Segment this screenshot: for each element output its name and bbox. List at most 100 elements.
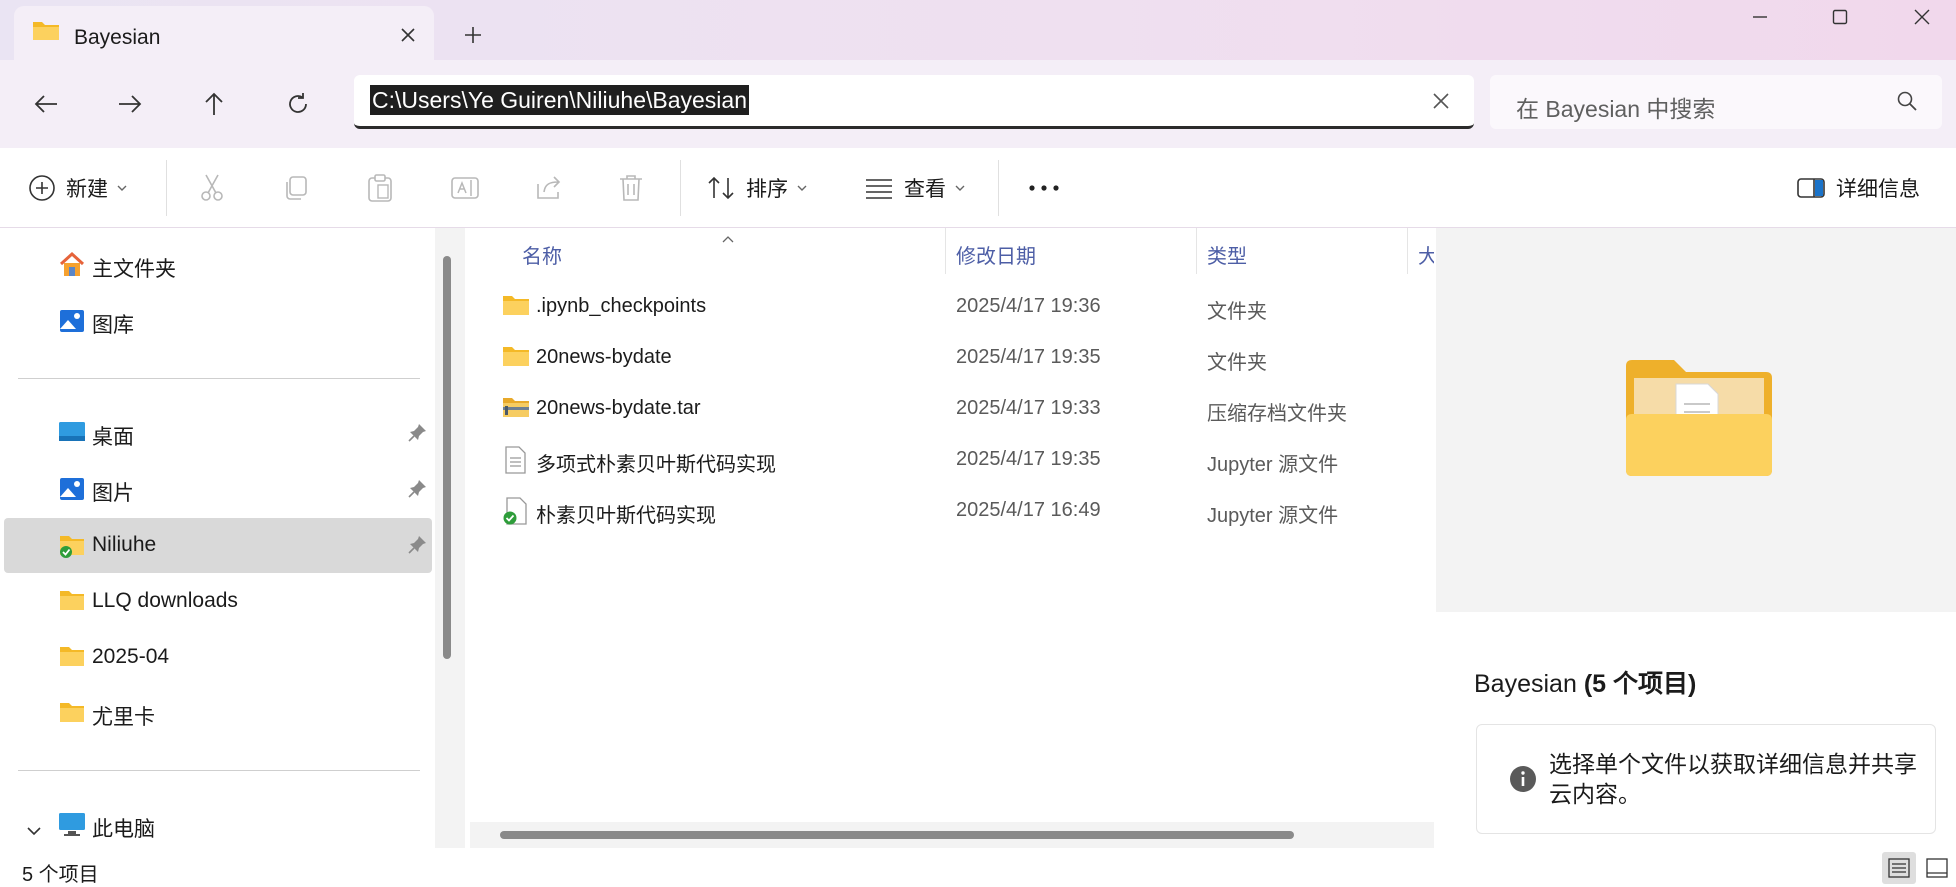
column-header-size[interactable]: 大	[1418, 240, 1434, 269]
sidebar-item-2025-04[interactable]: 2025-04	[4, 630, 432, 685]
view-button[interactable]: 查看	[864, 168, 966, 208]
maximize-button[interactable]	[1810, 0, 1870, 34]
more-icon	[1029, 185, 1059, 191]
sort-ascending-icon	[721, 230, 735, 248]
file-name: 20news-bydate.tar	[536, 397, 701, 419]
file-type: Jupyter 源文件	[1207, 454, 1339, 476]
file-row[interactable]: 20news-bydate.tar 2025/4/17 19:33 压缩存档文件…	[466, 383, 1434, 433]
copy-icon[interactable]	[282, 168, 310, 208]
address-path[interactable]: C:\Users\Ye Guiren\Niliuhe\Bayesian	[370, 85, 749, 115]
file-name: 多项式朴素贝叶斯代码实现	[536, 454, 776, 476]
file-row[interactable]: 20news-bydate 2025/4/17 19:35 文件夹	[466, 332, 1434, 382]
list-view-icon	[1888, 858, 1910, 878]
up-button[interactable]	[192, 82, 236, 126]
pin-icon[interactable]	[408, 534, 428, 560]
column-header-type[interactable]: 类型	[1207, 240, 1247, 269]
file-modified: 2025/4/17 19:33	[956, 397, 1101, 419]
sidebar-item-label: Niliuhe	[92, 533, 157, 556]
sidebar-item-label: 图片	[92, 482, 134, 505]
file-row[interactable]: .ipynb_checkpoints 2025/4/17 19:36 文件夹	[466, 281, 1434, 331]
rename-icon[interactable]	[450, 168, 480, 208]
search-icon[interactable]	[1896, 90, 1918, 117]
details-title: Bayesian (5 个项目)	[1474, 664, 1696, 700]
details-pane-button[interactable]: 详细信息	[1796, 168, 1920, 208]
sidebar-scrollbar[interactable]	[443, 256, 451, 659]
sidebar-item-desktop[interactable]: 桌面	[4, 406, 432, 461]
file-modified: 2025/4/17 16:49	[956, 499, 1101, 521]
pin-icon[interactable]	[408, 478, 428, 504]
folder-icon	[502, 293, 530, 322]
chevron-down-icon[interactable]	[26, 818, 42, 842]
close-tab-icon[interactable]	[394, 21, 422, 49]
sidebar-item-this-pc[interactable]: 此电脑	[4, 798, 432, 853]
tab-bayesian[interactable]: Bayesian	[14, 6, 434, 60]
sidebar-item-label: 主文件夹	[92, 258, 176, 281]
pictures-icon	[58, 475, 86, 509]
delete-icon[interactable]	[618, 168, 644, 208]
file-type: 文件夹	[1207, 301, 1267, 323]
details-folder-name: Bayesian	[1474, 670, 1577, 698]
address-bar[interactable]: C:\Users\Ye Guiren\Niliuhe\Bayesian	[354, 75, 1474, 129]
column-header-modified[interactable]: 修改日期	[956, 240, 1036, 269]
document-icon	[502, 446, 528, 479]
sidebar-item-gallery[interactable]: 图库	[4, 294, 432, 349]
details-item-count: (5 个项目)	[1583, 670, 1697, 698]
paste-icon[interactable]	[366, 168, 394, 208]
minimize-button[interactable]	[1730, 0, 1790, 34]
navigation-pane: 主文件夹 图库 桌面 图片 Niliuhe LLQ downloads 2025…	[0, 228, 445, 848]
cut-icon[interactable]	[198, 168, 226, 208]
view-label: 查看	[904, 178, 946, 201]
more-options-button[interactable]	[1028, 168, 1060, 208]
zip-folder-icon	[502, 395, 530, 424]
toolbar-divider	[680, 160, 681, 216]
file-row[interactable]: 多项式朴素贝叶斯代码实现 2025/4/17 19:35 Jupyter 源文件	[466, 434, 1434, 484]
folder-icon	[58, 699, 86, 731]
info-icon	[1509, 765, 1537, 798]
large-icons-view-button[interactable]	[1920, 852, 1954, 884]
sidebar-item-home[interactable]: 主文件夹	[4, 238, 432, 293]
toolbar-divider	[166, 160, 167, 216]
new-tab-button[interactable]	[458, 20, 488, 50]
refresh-button[interactable]	[276, 82, 320, 126]
new-button[interactable]: 新建	[28, 168, 128, 208]
sidebar-item-niliuhe[interactable]: Niliuhe	[4, 518, 432, 573]
column-divider[interactable]	[945, 228, 946, 274]
file-modified: 2025/4/17 19:36	[956, 295, 1101, 317]
folder-icon	[502, 344, 530, 373]
sort-label: 排序	[746, 178, 788, 201]
file-name: .ipynb_checkpoints	[536, 295, 707, 317]
folder-icon	[32, 18, 60, 47]
file-name: 20news-bydate	[536, 346, 672, 368]
search-input[interactable]: 在 Bayesian 中搜索	[1490, 75, 1942, 129]
sidebar-item-youlika[interactable]: 尤里卡	[4, 686, 432, 741]
sort-button[interactable]: 排序	[706, 168, 808, 208]
status-item-count: 5 个项目	[22, 864, 99, 886]
back-button[interactable]	[24, 82, 68, 126]
column-divider[interactable]	[1407, 228, 1408, 274]
details-pane: Bayesian (5 个项目) 选择单个文件以获取详细信息并共享云内容。	[1436, 228, 1956, 848]
share-icon[interactable]	[534, 168, 564, 208]
sidebar-item-label: LLQ downloads	[92, 589, 238, 612]
new-label: 新建	[66, 178, 108, 201]
desktop-icon	[58, 419, 86, 451]
file-name: 朴素贝叶斯代码实现	[536, 505, 716, 527]
synced-folder-icon	[58, 531, 86, 565]
clear-address-icon[interactable]	[1428, 88, 1454, 114]
folder-icon	[58, 587, 86, 619]
pin-icon[interactable]	[408, 422, 428, 448]
details-pane-icon	[1797, 178, 1825, 198]
details-label: 详细信息	[1836, 178, 1920, 201]
details-view-button[interactable]	[1882, 852, 1916, 884]
sidebar-item-pictures[interactable]: 图片	[4, 462, 432, 517]
forward-button[interactable]	[108, 82, 152, 126]
close-window-button[interactable]	[1892, 0, 1952, 34]
column-header-name[interactable]: 名称	[522, 240, 562, 269]
column-divider[interactable]	[1196, 228, 1197, 274]
sidebar-item-llq-downloads[interactable]: LLQ downloads	[4, 574, 432, 629]
sidebar-divider	[18, 378, 420, 379]
file-modified: 2025/4/17 19:35	[956, 346, 1101, 368]
details-preview	[1436, 228, 1956, 612]
file-row[interactable]: 朴素贝叶斯代码实现 2025/4/17 16:49 Jupyter 源文件	[466, 485, 1434, 535]
chevron-down-icon	[797, 185, 807, 191]
file-list-scrollbar[interactable]	[500, 831, 1294, 839]
